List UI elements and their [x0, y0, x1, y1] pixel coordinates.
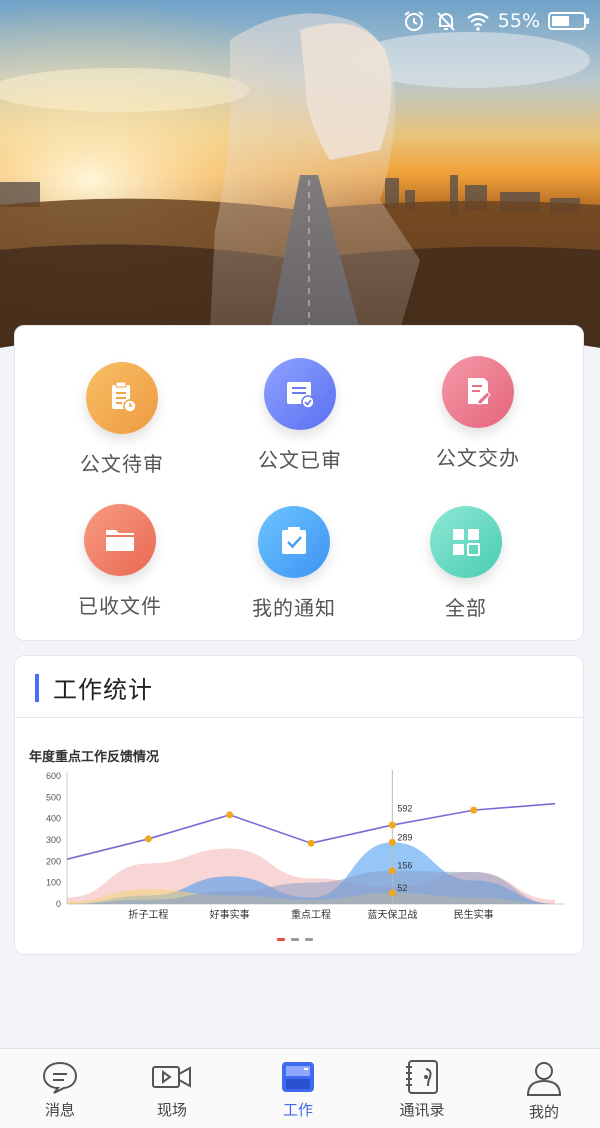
alarm-clock-icon — [404, 11, 424, 31]
grid-item-label: 全部 — [445, 596, 487, 620]
tab-label: 工作 — [282, 1101, 313, 1119]
title-accent-bar — [35, 674, 39, 702]
hero-banner — [0, 0, 600, 360]
line-point — [144, 835, 152, 843]
series-line — [66, 802, 556, 860]
x-tick-label: 民生实事 — [454, 908, 494, 921]
chart-title: 年度重点工作反馈情况 — [29, 750, 160, 765]
grid-item-all[interactable]: 全部 — [371, 506, 561, 621]
grid-item-pending-docs[interactable]: 公文待审 — [27, 362, 217, 477]
y-tick-label: 0 — [56, 899, 61, 909]
y-tick-label: 100 — [46, 878, 61, 888]
tooltip-point — [388, 867, 396, 875]
bottom-tab-bar: 消息 现场 工作 通讯录 我的 — [0, 1048, 600, 1128]
page-dot[interactable] — [291, 938, 299, 941]
status-bar: 55% — [402, 6, 589, 36]
battery-icon — [548, 12, 589, 30]
tab-profile[interactable]: 我的 — [484, 1049, 600, 1128]
contacts-book-icon — [406, 1060, 438, 1094]
grid-item-label: 已收文件 — [78, 594, 162, 618]
y-tick-label: 400 — [46, 814, 61, 824]
page-dot[interactable] — [277, 938, 285, 941]
clipboard-clock-icon — [86, 362, 158, 434]
tab-label: 消息 — [44, 1101, 75, 1119]
x-tick-label: 重点工程 — [291, 908, 331, 921]
line-point — [470, 806, 478, 814]
grid-item-label: 公文交办 — [436, 446, 520, 470]
y-tick-label: 200 — [46, 856, 61, 866]
grid-item-label: 公文已审 — [258, 448, 342, 472]
tooltip-value: 592 — [397, 804, 412, 814]
wifi-icon — [467, 12, 489, 31]
line-point — [226, 811, 234, 819]
battery-percent: 55% — [497, 10, 540, 32]
tab-live[interactable]: 现场 — [112, 1049, 232, 1128]
stats-header: 工作统计 — [15, 656, 583, 718]
tooltip-value: 52 — [397, 883, 407, 893]
tab-label: 我的 — [528, 1103, 559, 1121]
grid-item-received-files[interactable]: 已收文件 — [25, 504, 215, 619]
page-dot[interactable] — [305, 938, 313, 941]
stats-title: 工作统计 — [53, 676, 153, 704]
tooltip-value: 156 — [397, 861, 412, 871]
grid-item-label: 我的通知 — [252, 596, 336, 620]
tooltip-point — [388, 821, 396, 829]
notice-check-icon — [258, 506, 330, 578]
user-profile-icon — [526, 1062, 562, 1096]
battery-level — [552, 16, 569, 26]
grid-item-label: 公文待审 — [80, 452, 164, 476]
folder-icon — [84, 504, 156, 576]
tooltip-point — [388, 838, 396, 846]
y-tick-label: 500 — [46, 792, 61, 802]
video-icon — [152, 1066, 191, 1088]
y-tick-label: 300 — [46, 835, 61, 845]
quick-actions-card: 公文待审 公文已审 公文交办 已收文件 我的通知 全部 — [14, 325, 584, 641]
hero-illustration — [0, 0, 600, 360]
grid-item-reviewed-docs[interactable]: 公文已审 — [205, 358, 395, 473]
tooltip-point — [388, 889, 396, 897]
tooltip-value: 289 — [397, 832, 412, 842]
feedback-chart[interactable]: 0 100 200 300 400 500 600 折子工程 好事实事 重点工程 蓝天保卫战 民生实事… — [15, 766, 585, 926]
tab-contacts[interactable]: 通讯录 — [362, 1049, 482, 1128]
grid-item-assigned-docs[interactable]: 公文交办 — [383, 356, 573, 471]
bell-off-icon — [437, 12, 455, 31]
line-point — [307, 839, 315, 847]
y-tick-label: 600 — [46, 771, 61, 781]
tab-label: 现场 — [156, 1101, 187, 1119]
tab-label: 通讯录 — [399, 1101, 445, 1119]
page-indicator[interactable] — [277, 938, 313, 941]
x-tick-label: 蓝天保卫战 — [367, 908, 417, 921]
x-tick-label: 好事实事 — [210, 908, 250, 921]
edit-doc-icon — [442, 356, 514, 428]
tab-work[interactable]: 工作 — [238, 1049, 358, 1128]
work-stats-card: 工作统计 年度重点工作反馈情况 0 100 200 300 400 500 600 折子工程 好… — [14, 655, 584, 955]
work-briefcase-icon — [282, 1062, 314, 1092]
message-icon — [42, 1061, 78, 1094]
x-tick-label: 折子工程 — [128, 908, 168, 921]
grid-item-my-notices[interactable]: 我的通知 — [199, 506, 389, 621]
grid-apps-icon — [430, 506, 502, 578]
tab-messages[interactable]: 消息 — [0, 1049, 120, 1128]
approved-doc-icon — [264, 358, 336, 430]
